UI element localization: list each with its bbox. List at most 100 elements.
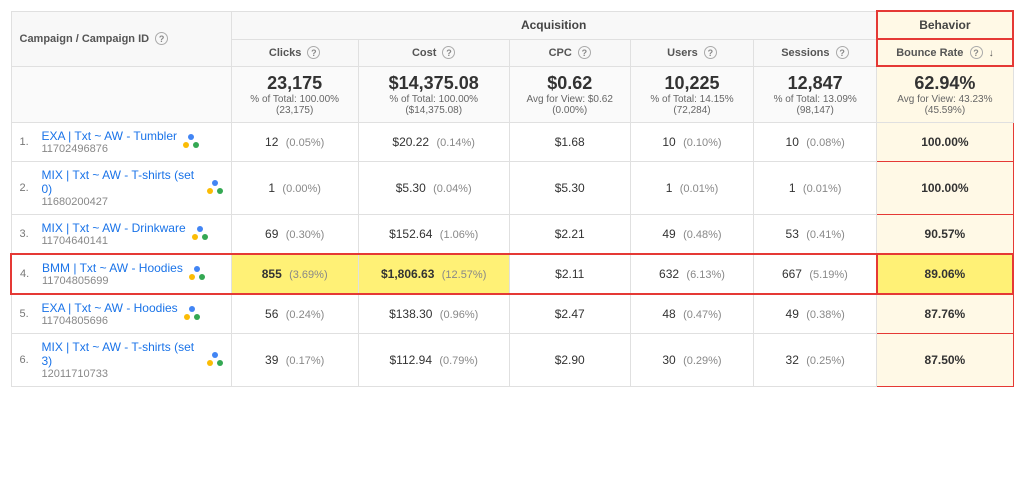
sessions-value-5: 49 — [786, 307, 799, 321]
users-header: Users ? — [630, 39, 753, 66]
sessions-value-6: 32 — [786, 353, 799, 367]
sessions-cell-3: 53 (0.41%) — [754, 215, 877, 255]
campaign-header: Campaign / Campaign ID ? — [11, 11, 231, 66]
bounce-cell-4: 89.06% — [877, 254, 1013, 294]
cost-pct-1: (0.14%) — [436, 137, 475, 149]
sessions-cell-2: 1 (0.01%) — [754, 162, 877, 215]
totals-cpc: $0.62 Avg for View: $0.62 (0.00%) — [509, 66, 630, 123]
campaign-id-4: 11704805699 — [42, 275, 183, 287]
sessions-pct-5: (0.38%) — [806, 309, 845, 321]
sessions-pct-1: (0.08%) — [806, 137, 845, 149]
cpc-help-icon[interactable]: ? — [578, 46, 591, 59]
bounce-rate-header: Bounce Rate ? ↓ — [877, 39, 1013, 66]
users-value-6: 30 — [662, 353, 675, 367]
sessions-pct-3: (0.41%) — [806, 229, 845, 241]
users-help-icon[interactable]: ? — [704, 46, 717, 59]
sessions-cell-4: 667 (5.19%) — [754, 254, 877, 294]
clicks-pct-1: (0.05%) — [286, 137, 325, 149]
clicks-pct-6: (0.17%) — [286, 355, 325, 367]
rank-label: 2. — [20, 182, 38, 194]
cost-help-icon[interactable]: ? — [442, 46, 455, 59]
cpc-value-5: $2.47 — [555, 307, 585, 321]
bounce-cell-2: 100.00% — [877, 162, 1013, 215]
sessions-value-2: 1 — [789, 181, 796, 195]
clicks-cell-6: 39 (0.17%) — [231, 334, 358, 387]
clicks-value-3: 69 — [265, 227, 278, 241]
cost-cell-5: $138.30 (0.96%) — [358, 294, 509, 334]
ads-icon-6 — [207, 351, 223, 370]
campaign-link-4[interactable]: BMM | Txt ~ AW - Hoodies — [42, 261, 183, 275]
bounce-value-4: 89.06% — [925, 267, 966, 281]
clicks-cell-2: 1 (0.00%) — [231, 162, 358, 215]
sessions-pct-4: (5.19%) — [809, 269, 848, 281]
bounce-help-icon[interactable]: ? — [970, 46, 983, 59]
sessions-value-3: 53 — [786, 227, 799, 241]
cost-cell-2: $5.30 (0.04%) — [358, 162, 509, 215]
cpc-header: CPC ? — [509, 39, 630, 66]
campaign-id-1: 11702496876 — [42, 143, 178, 155]
cost-value-2: $5.30 — [396, 181, 426, 195]
totals-campaign-cell — [11, 66, 231, 123]
bounce-value-2: 100.00% — [921, 181, 968, 195]
campaign-cell-3: 3. MIX | Txt ~ AW - Drinkware 1170464014… — [11, 215, 231, 255]
rank-label: 3. — [20, 228, 38, 240]
ads-icon-4 — [189, 265, 205, 284]
sessions-value-1: 10 — [786, 135, 799, 149]
cost-cell-3: $152.64 (1.06%) — [358, 215, 509, 255]
rank-label: 4. — [20, 268, 38, 280]
clicks-value-6: 39 — [265, 353, 278, 367]
cost-pct-5: (0.96%) — [440, 309, 479, 321]
clicks-header: Clicks ? — [231, 39, 358, 66]
cost-pct-3: (1.06%) — [440, 229, 479, 241]
table-row-5: 5. EXA | Txt ~ AW - Hoodies 11704805696 … — [11, 294, 1013, 334]
bounce-cell-1: 100.00% — [877, 123, 1013, 162]
campaign-link-2[interactable]: MIX | Txt ~ AW - T-shirts (set 0) — [42, 168, 195, 196]
campaign-link-5[interactable]: EXA | Txt ~ AW - Hoodies — [42, 301, 178, 315]
cpc-cell-2: $5.30 — [509, 162, 630, 215]
totals-cost: $14,375.08 % of Total: 100.00% ($14,375.… — [358, 66, 509, 123]
campaign-cell-1: 1. EXA | Txt ~ AW - Tumbler 11702496876 — [11, 123, 231, 162]
clicks-pct-4: (3.69%) — [289, 269, 328, 281]
users-value-5: 48 — [662, 307, 675, 321]
clicks-pct-3: (0.30%) — [286, 229, 325, 241]
ads-icon-3 — [192, 225, 208, 244]
table-row-6: 6. MIX | Txt ~ AW - T-shirts (set 3) 120… — [11, 334, 1013, 387]
users-cell-1: 10 (0.10%) — [630, 123, 753, 162]
bounce-cell-3: 90.57% — [877, 215, 1013, 255]
campaign-link-6[interactable]: MIX | Txt ~ AW - T-shirts (set 3) — [42, 340, 195, 368]
clicks-value-4: 855 — [262, 267, 282, 281]
clicks-cell-5: 56 (0.24%) — [231, 294, 358, 334]
ads-icon-2 — [207, 179, 223, 198]
users-value-2: 1 — [666, 181, 673, 195]
campaign-cell-5: 5. EXA | Txt ~ AW - Hoodies 11704805696 — [11, 294, 231, 334]
totals-sessions: 12,847 % of Total: 13.09% (98,147) — [754, 66, 877, 123]
cost-pct-6: (0.79%) — [439, 355, 478, 367]
cost-header: Cost ? — [358, 39, 509, 66]
cost-cell-6: $112.94 (0.79%) — [358, 334, 509, 387]
campaign-link-3[interactable]: MIX | Txt ~ AW - Drinkware — [42, 221, 186, 235]
users-pct-6: (0.29%) — [683, 355, 722, 367]
cpc-cell-3: $2.21 — [509, 215, 630, 255]
sessions-pct-6: (0.25%) — [806, 355, 845, 367]
users-cell-4: 632 (6.13%) — [630, 254, 753, 294]
users-cell-3: 49 (0.48%) — [630, 215, 753, 255]
bounce-value-6: 87.50% — [925, 353, 966, 367]
cost-cell-1: $20.22 (0.14%) — [358, 123, 509, 162]
acquisition-group-header: Acquisition — [231, 11, 877, 39]
campaign-help-icon[interactable]: ? — [155, 32, 168, 45]
sessions-cell-1: 10 (0.08%) — [754, 123, 877, 162]
sessions-help-icon[interactable]: ? — [836, 46, 849, 59]
campaign-link-1[interactable]: EXA | Txt ~ AW - Tumbler — [42, 129, 178, 143]
rank-label: 6. — [20, 354, 38, 366]
users-pct-4: (6.13%) — [686, 269, 725, 281]
users-pct-1: (0.10%) — [683, 137, 722, 149]
bounce-value-5: 87.76% — [925, 307, 966, 321]
users-value-3: 49 — [662, 227, 675, 241]
clicks-pct-2: (0.00%) — [282, 183, 321, 195]
clicks-help-icon[interactable]: ? — [307, 46, 320, 59]
sessions-cell-5: 49 (0.38%) — [754, 294, 877, 334]
sort-arrow-icon[interactable]: ↓ — [989, 48, 994, 59]
sessions-header: Sessions ? — [754, 39, 877, 66]
cost-cell-4: $1,806.63 (12.57%) — [358, 254, 509, 294]
cost-pct-4: (12.57%) — [442, 269, 487, 281]
